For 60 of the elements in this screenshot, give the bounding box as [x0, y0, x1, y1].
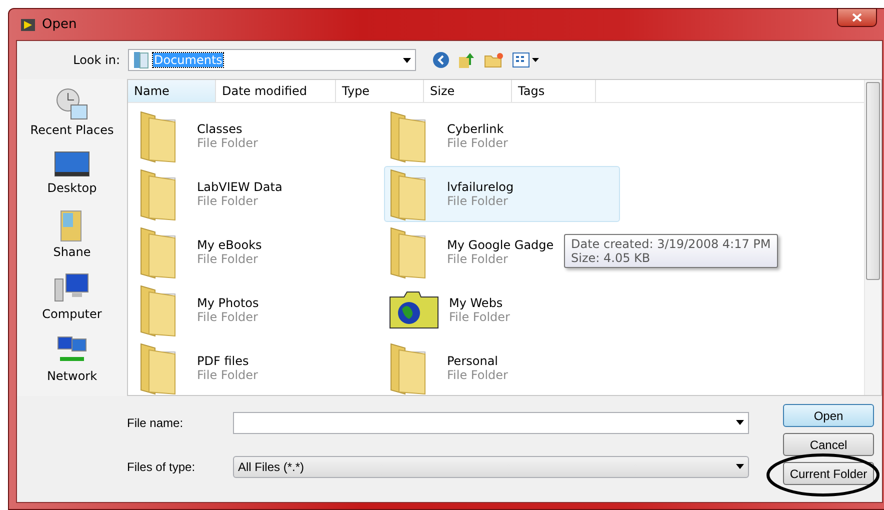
folder-item[interactable]: LabVIEW Data File Folder [134, 166, 370, 222]
close-icon [852, 13, 862, 22]
folder-item[interactable]: PDF files File Folder [134, 340, 370, 396]
up-folder-icon[interactable] [458, 51, 476, 69]
caret-icon [736, 420, 744, 425]
file-name-field[interactable] [233, 412, 749, 434]
file-type-label: Files of type: [127, 460, 196, 474]
file-name-label: File name: [127, 416, 184, 430]
window-title: Open [42, 17, 77, 32]
dialog-button[interactable]: Open [783, 404, 874, 427]
folder-type: File Folder [197, 252, 259, 266]
dialog-button[interactable]: Current Folder [783, 462, 874, 485]
folder-type: File Folder [197, 136, 258, 150]
folder-type: File Folder [447, 252, 509, 266]
place-item[interactable]: Recent Places [30, 87, 114, 137]
column-header[interactable]: Name [128, 80, 216, 102]
folder-type: File Folder [197, 368, 258, 382]
folder-item[interactable]: Classes File Folder [134, 108, 370, 164]
folder-type: File Folder [197, 310, 259, 324]
folder-type: File Folder [449, 310, 510, 324]
folder-type: File Folder [447, 368, 508, 382]
tooltip-text: Size: 4.05 KB [571, 251, 652, 265]
folder-name: lvfailurelog [447, 180, 514, 194]
folder-name: LabVIEW Data [197, 180, 282, 194]
folder-item[interactable]: My Photos File Folder [134, 282, 370, 338]
place-item[interactable]: Network [46, 335, 98, 383]
folder-item[interactable]: My eBooks File Folder [134, 224, 370, 280]
folder-type: File Folder [447, 136, 508, 150]
folder-item[interactable]: Personal File Folder [384, 340, 620, 396]
folder-name: My eBooks [197, 238, 262, 252]
close-button[interactable] [837, 8, 877, 27]
clock-icon [54, 87, 89, 121]
app-icon [20, 18, 36, 32]
folder-name: My Webs [449, 296, 504, 310]
view-menu-icon[interactable] [512, 52, 540, 68]
folder-name: Cyberlink [447, 122, 505, 136]
new-folder-icon[interactable] [484, 52, 504, 68]
globe-folder-icon [389, 291, 439, 329]
folder-name: Personal [447, 354, 500, 368]
place-item[interactable]: Shane [53, 209, 91, 259]
folder-name: My Google Gadge [447, 238, 554, 252]
place-item[interactable]: Desktop [47, 151, 97, 195]
monitor-icon [54, 151, 90, 179]
caret-icon [403, 58, 411, 62]
back-icon[interactable] [432, 51, 450, 69]
tooltip-text: Date created: 3/19/2008 4:17 PM [571, 237, 771, 251]
folder-item[interactable]: My Webs File Folder [384, 282, 620, 338]
folder-item[interactable]: Cyberlink File Folder [384, 108, 620, 164]
library-icon [133, 51, 149, 69]
folder-item[interactable]: lvfailurelog File Folder [384, 166, 620, 222]
folder-name: Classes [197, 122, 244, 136]
place-item[interactable]: Computer [42, 273, 102, 321]
dialog-button[interactable]: Cancel [783, 433, 874, 456]
caret-icon [736, 464, 744, 469]
look-in-label: Look in: [72, 53, 121, 67]
file-type-dropdown[interactable]: All Files (*.*) [233, 456, 749, 478]
folder-type: File Folder [197, 194, 259, 208]
folder-name: PDF files [197, 354, 250, 368]
folder-name: My Photos [197, 296, 259, 310]
folder-type: File Folder [447, 194, 509, 208]
